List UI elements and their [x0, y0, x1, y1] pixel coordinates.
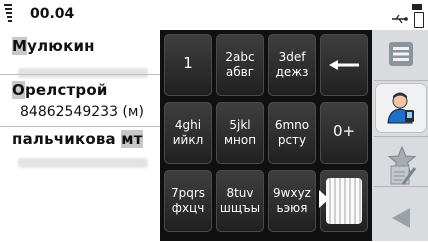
- key-1[interactable]: 1: [164, 34, 212, 96]
- name-highlight: мт: [121, 130, 143, 148]
- key-label: 1: [183, 54, 193, 72]
- key-label: 0+: [332, 122, 356, 140]
- status-time: 00.04: [30, 6, 75, 22]
- contacts-list[interactable]: Мулюкин Орелстрой 84862549233 (м) пальчи…: [0, 30, 160, 241]
- keypad-collapse-button[interactable]: [319, 170, 368, 232]
- divider: [374, 80, 428, 81]
- contacts-icon: [385, 90, 419, 126]
- usb-icon: [392, 14, 408, 24]
- name-rest: релстрой: [24, 81, 108, 99]
- key-cyrillic: шщъы: [219, 201, 261, 215]
- key-7[interactable]: 7pqrs фхцч: [164, 170, 212, 232]
- contact-name: Орелстрой: [12, 81, 108, 99]
- play-icon: [319, 190, 329, 208]
- contact-number: 84862549233 (м): [20, 104, 144, 120]
- dial-keypad: 1 2abc абвг 3def дежз 4ghi ийкл 5jkl мноп 6m…: [160, 30, 372, 241]
- contact-item[interactable]: пальчикова мт: [0, 128, 160, 188]
- battery-top-icon: [412, 4, 422, 10]
- contact-name: пальчикова мт: [12, 130, 143, 148]
- key-latin: 7pqrs: [170, 186, 206, 200]
- contact-item[interactable]: Орелстрой 84862549233 (м): [0, 76, 160, 126]
- key-cyrillic: ийкл: [172, 133, 204, 147]
- key-2[interactable]: 2abc абвг: [216, 34, 264, 96]
- contact-name: Мулюкин: [12, 37, 95, 55]
- name-highlight: М: [12, 37, 28, 55]
- key-latin: 9wxyz: [273, 186, 311, 200]
- key-latin: 4ghi: [174, 118, 202, 132]
- backspace-key[interactable]: [320, 34, 368, 96]
- contact-detail-blurred: [18, 158, 148, 168]
- key-cyrillic: мноп: [223, 133, 257, 147]
- key-latin: 5jkl: [229, 118, 251, 132]
- name-rest: улюкин: [27, 37, 95, 55]
- key-latin: 8tuv: [226, 186, 254, 200]
- key-4[interactable]: 4ghi ийкл: [164, 102, 212, 164]
- contacts-button[interactable]: [376, 84, 426, 132]
- back-arrow-icon: [390, 206, 412, 230]
- list-button[interactable]: [376, 30, 426, 78]
- app-sidebar: [372, 0, 428, 241]
- divider: [0, 74, 160, 75]
- key-cyrillic: абвг: [225, 65, 255, 79]
- key-3[interactable]: 3def дежз: [268, 34, 316, 96]
- sidebar-status-area: [372, 0, 428, 30]
- key-latin: 3def: [278, 50, 306, 64]
- backspace-icon: [329, 60, 359, 70]
- key-9[interactable]: 9wxyz ьэюя: [268, 170, 316, 232]
- back-button[interactable]: [376, 194, 426, 242]
- key-cyrillic: рсту: [277, 133, 307, 147]
- notes-icon: [389, 164, 417, 186]
- status-bar: 00.04: [0, 0, 370, 30]
- key-0-plus[interactable]: 0+: [320, 102, 368, 164]
- divider: [0, 126, 160, 127]
- keypad-collapse-handle: [326, 178, 362, 224]
- key-latin: 2abc: [225, 50, 255, 64]
- key-6[interactable]: 6mno рсту: [268, 102, 316, 164]
- signal-strength-icon: [4, 2, 14, 26]
- key-8[interactable]: 8tuv шщъы: [216, 170, 264, 232]
- key-5[interactable]: 5jkl мноп: [216, 102, 264, 164]
- battery-icon: [414, 12, 424, 28]
- divider: [374, 136, 428, 137]
- list-icon: [388, 41, 414, 67]
- key-latin: 6mno: [274, 118, 310, 132]
- key-cyrillic: дежз: [275, 65, 309, 79]
- name-prefix: пальчикова: [12, 130, 122, 148]
- name-highlight: О: [12, 81, 25, 99]
- key-cyrillic: ьэюя: [276, 201, 308, 215]
- key-cyrillic: фхцч: [171, 201, 205, 215]
